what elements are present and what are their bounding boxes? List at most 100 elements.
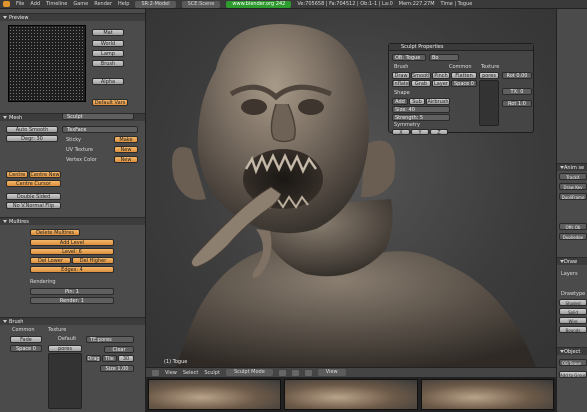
rotation-field[interactable]: Rot 0.00 xyxy=(502,72,532,79)
menu-help[interactable]: Help xyxy=(118,1,129,7)
vcol-new-button[interactable]: New xyxy=(114,156,138,163)
texture-slot-list[interactable] xyxy=(48,353,82,409)
clear-button[interactable]: Clear xyxy=(104,346,134,353)
menu-add[interactable]: Add xyxy=(30,1,40,7)
level-field[interactable]: Level: 6 xyxy=(30,248,114,255)
menu-game[interactable]: Game xyxy=(73,1,88,7)
texture-slots[interactable] xyxy=(479,80,499,126)
strength-slider[interactable]: Strength: 5 xyxy=(392,114,450,121)
fade-button[interactable]: Fade xyxy=(10,336,42,343)
menu-file[interactable]: File xyxy=(16,1,24,7)
preview-lamp-button[interactable]: Lamp xyxy=(92,50,124,57)
pinch-brush-button[interactable]: Pinch xyxy=(432,72,450,79)
del-lower-button[interactable]: Del Lower xyxy=(30,257,71,264)
uv-new-button[interactable]: New xyxy=(114,146,138,153)
symmetry-y-button[interactable]: Y xyxy=(411,129,429,135)
select-menu[interactable]: Select xyxy=(183,370,198,376)
screen-selector[interactable]: SR:2-Model xyxy=(135,0,176,8)
space-field[interactable]: Space 0 xyxy=(10,345,42,352)
dupliedge-button[interactable]: Dupliedge xyxy=(559,233,587,240)
menu-timeline[interactable]: Timeline xyxy=(46,1,67,7)
del-higher-button[interactable]: Del Higher xyxy=(72,257,114,264)
tx-field[interactable]: TX: 0 xyxy=(502,88,532,95)
render-field[interactable]: Render: 1 xyxy=(30,297,114,304)
layer-icon[interactable] xyxy=(304,369,312,376)
thumbnail[interactable] xyxy=(420,379,554,410)
edges-field[interactable]: Edges: 4 xyxy=(30,266,114,273)
view-menu[interactable]: View xyxy=(165,370,177,376)
shading-icon[interactable] xyxy=(278,369,286,376)
size-field[interactable]: Size 1.00 xyxy=(100,365,134,372)
inflate-brush-button[interactable]: Inflate xyxy=(392,80,410,87)
thumbnail[interactable] xyxy=(284,379,418,410)
multires-title[interactable]: Multires xyxy=(0,217,145,225)
sculpt-tab[interactable]: Sculpt xyxy=(62,113,134,120)
add-to-group-button[interactable]: Add to Group xyxy=(559,371,587,378)
blender-url[interactable]: www.blender.org 242 xyxy=(226,0,292,8)
bounds-button[interactable]: Bounds xyxy=(559,326,587,333)
wire-button[interactable]: Wire xyxy=(559,317,587,324)
degr-field[interactable]: Degr: 30 xyxy=(6,135,58,142)
centre-new-button[interactable]: Centre New xyxy=(29,171,61,178)
add-button[interactable]: Add xyxy=(392,98,408,105)
symmetry-x-button[interactable]: X xyxy=(392,129,410,135)
editor-type-icon[interactable] xyxy=(152,369,159,376)
sculpt-menu[interactable]: Sculpt xyxy=(204,370,220,376)
object-name-field[interactable]: OB:Togue xyxy=(559,359,587,366)
default-vars-button[interactable]: Default Vars xyxy=(92,99,128,106)
auto-smooth-button[interactable]: Auto Smooth xyxy=(6,126,58,133)
drag-button[interactable]: Drag xyxy=(86,355,101,362)
object-title[interactable]: Object xyxy=(557,347,587,355)
view-selector[interactable]: View xyxy=(317,369,346,376)
sculpt-properties-title[interactable]: Sculpt Properties xyxy=(389,44,533,51)
preview-world-button[interactable]: World xyxy=(92,40,124,47)
texface-button[interactable]: TexFace xyxy=(62,126,138,133)
tile-button[interactable]: Tile xyxy=(102,355,117,362)
double-sided-button[interactable]: Double Sided xyxy=(6,193,61,200)
add-level-button[interactable]: Add Level xyxy=(30,239,114,246)
scene-selector[interactable]: SCE:Scene xyxy=(181,0,221,8)
pores-slot[interactable]: pores xyxy=(479,72,499,79)
brush-field[interactable]: Bo xyxy=(429,54,459,61)
sculpt-properties-panel[interactable]: Sculpt Properties OB: Togue Bo Brush Com… xyxy=(388,43,534,135)
texture-name-field[interactable]: TE:pores xyxy=(86,336,134,343)
pivot-icon[interactable] xyxy=(291,369,299,376)
anim-title[interactable]: Anim se xyxy=(557,163,587,171)
preview-mat-button[interactable]: Mat xyxy=(92,29,124,36)
preview-alpha-button[interactable]: Alpha xyxy=(92,78,124,85)
rot-ratio-field[interactable]: Rot 1:0 xyxy=(502,100,532,107)
shaded-button[interactable]: Shaded xyxy=(559,299,587,306)
menu-render[interactable]: Render xyxy=(94,1,112,7)
size-slider[interactable]: Size: 40 xyxy=(392,106,450,113)
mode-selector[interactable]: Sculpt Mode xyxy=(225,369,273,376)
grab-brush-button[interactable]: Grab xyxy=(411,80,431,87)
centre-button[interactable]: Centre xyxy=(6,171,28,178)
airbrush-button[interactable]: Airbrush xyxy=(426,98,450,105)
draw-brush-button[interactable]: Draw xyxy=(392,72,410,79)
layer-brush-button[interactable]: Layer xyxy=(432,80,450,87)
no-vnormal-flip-button[interactable]: No V.Normal Flip xyxy=(6,202,61,209)
preview-brush-button[interactable]: Brush xyxy=(92,60,124,67)
solid-button[interactable]: Solid xyxy=(559,308,587,315)
brush-title[interactable]: Brush xyxy=(0,317,145,325)
object-field[interactable]: OB: Togue xyxy=(392,54,426,61)
draw-title[interactable]: Draw xyxy=(557,257,587,265)
pores-texture-slot[interactable]: pores xyxy=(48,345,82,352)
flatten-brush-button[interactable]: Flatten xyxy=(451,72,477,79)
smooth-brush-button[interactable]: Smooth xyxy=(411,72,431,79)
delete-multires-button[interactable]: Delete Multires xyxy=(30,229,80,236)
symmetry-z-button[interactable]: Z xyxy=(430,129,448,135)
centre-cursor-button[interactable]: Centre Cursor xyxy=(6,180,61,187)
dupli-frame-button[interactable]: DupliFrame xyxy=(559,193,587,200)
draw-key-button[interactable]: Draw Key xyxy=(559,183,587,190)
track-button[interactable]: TrackX xyxy=(559,173,587,180)
preview-title[interactable]: Preview xyxy=(0,13,145,21)
offs-ob-button[interactable]: Offs Ob xyxy=(559,223,587,230)
rot-field[interactable]: 30 xyxy=(118,355,134,362)
sub-button[interactable]: Sub xyxy=(409,98,425,105)
space-field-props[interactable]: Space 0 xyxy=(451,80,477,87)
thumbnail[interactable] xyxy=(148,379,282,410)
sticky-make-button[interactable]: Make xyxy=(114,136,138,143)
blender-logo-icon[interactable] xyxy=(3,1,10,7)
pin-field[interactable]: Pin: 1 xyxy=(30,288,114,295)
